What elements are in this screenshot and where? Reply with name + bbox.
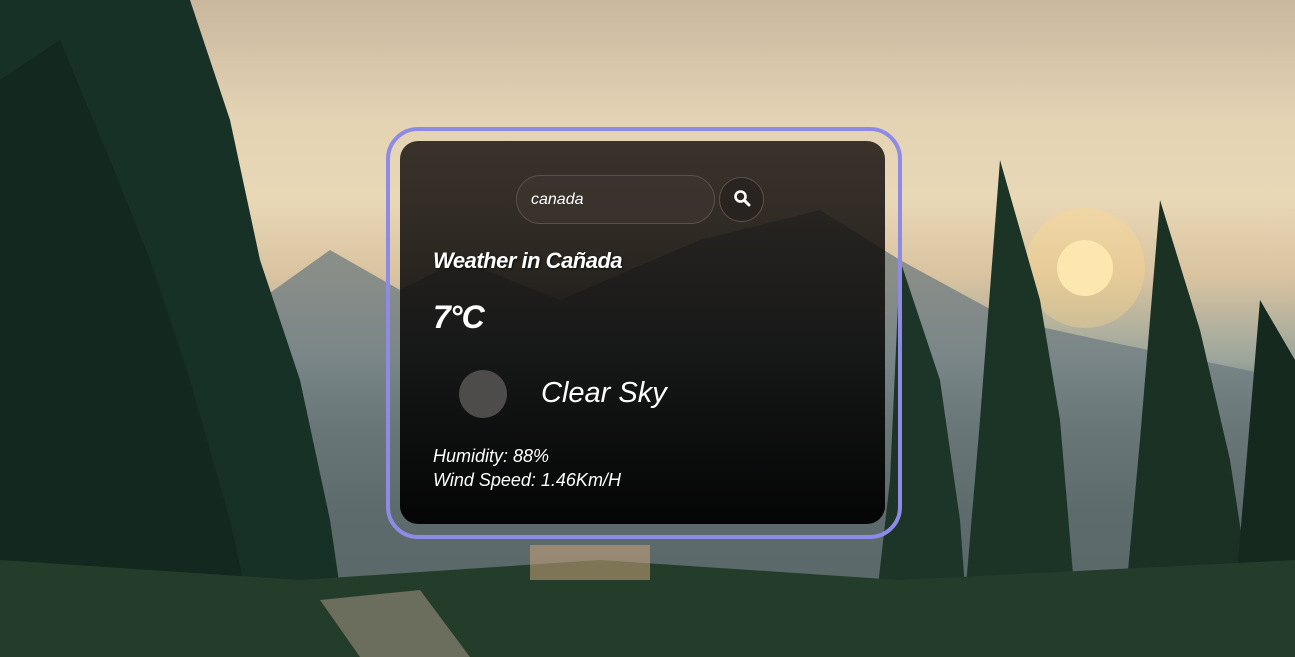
weather-description: Clear Sky	[541, 377, 667, 409]
weather-icon	[459, 370, 507, 418]
wind-speed-text: Wind Speed: 1.46Km/H	[433, 470, 621, 490]
search-icon	[733, 189, 751, 210]
search-button[interactable]	[719, 177, 764, 222]
search-input[interactable]	[516, 175, 715, 224]
humidity-text: Humidity: 88%	[433, 446, 550, 466]
temperature: 7°C	[433, 299, 485, 335]
search-bar	[516, 175, 764, 224]
weather-card: Weather in Cañada 7°C Clear Sky Humidity…	[400, 141, 885, 524]
city-title: Weather in Cañada	[433, 248, 623, 273]
